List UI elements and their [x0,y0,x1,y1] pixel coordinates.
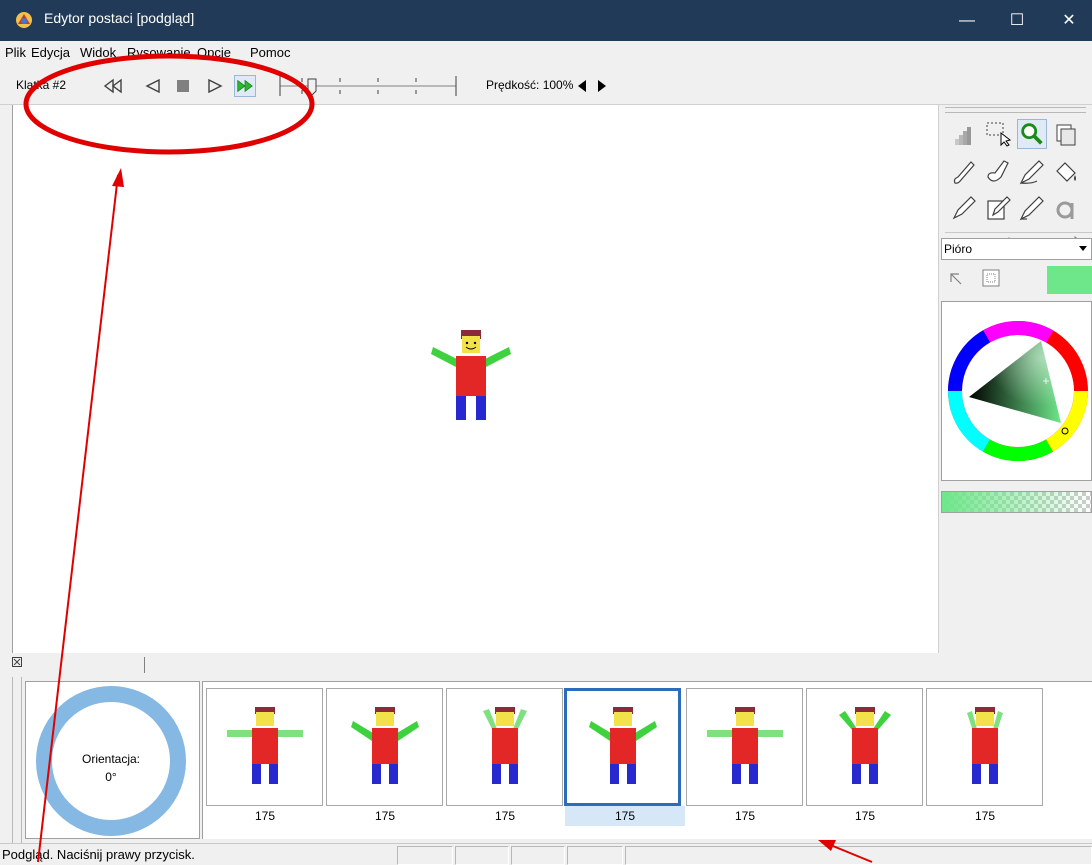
window-title: Edytor postaci [podgląd] [44,10,195,26]
drawing-canvas[interactable] [12,105,939,653]
bottom-dock-strip [12,677,22,843]
color-wheel-icon[interactable] [945,305,1091,477]
brush-type-value: Pióro [944,242,973,256]
frame-thumbnail-5[interactable] [686,688,803,806]
frame-strip: 175 175 175 175 175 175 175 [202,681,1092,839]
menu-edycja[interactable]: Edycja [31,45,70,61]
close-button[interactable]: ✕ [1046,0,1092,41]
panel-tab-divider [144,657,145,673]
speed-decrease-icon[interactable] [576,79,588,93]
status-bar: Podgląd. Naciśnij prawy przycisk. [0,843,1092,865]
copy-frame-icon[interactable] [1051,119,1081,149]
frame-label-6: 175 [854,809,876,823]
frame-figure-2 [351,707,419,784]
frame-figure-6 [839,707,891,784]
menu-opcje[interactable]: Opcje [197,45,231,61]
frame-figure-3 [483,707,527,784]
text-icon[interactable] [1051,193,1081,223]
color-gradient-bar[interactable] [941,491,1092,513]
status-cell-1 [397,846,453,865]
frames-panel: Orientacja: 0° 175 175 175 175 175 175 1… [0,677,1092,843]
frame-label-2: 175 [374,809,396,823]
frame-label-1: 175 [254,809,276,823]
app-logo-icon [16,12,32,28]
frame-label-4: 175 [565,806,685,826]
status-cell-4 [567,846,623,865]
maximize-button[interactable]: ☐ [994,0,1040,41]
frame-label-7: 175 [974,809,996,823]
frame-figure-4 [589,707,657,784]
frame-thumbnail-4[interactable] [564,688,681,806]
orientation-label: Orientacja: [81,752,141,766]
frame-thumbnail-7[interactable] [926,688,1043,806]
frame-label-3: 175 [494,809,516,823]
character-figure[interactable] [431,327,513,427]
histogram-icon[interactable] [949,119,979,149]
menu-plik[interactable]: Plik [5,45,26,61]
edit-icon[interactable] [983,193,1013,223]
panel-grip[interactable] [945,107,1086,113]
close-panel-icon[interactable] [12,657,22,667]
color-wheel-picker[interactable] [941,301,1092,481]
frame-thumbnail-6[interactable] [806,688,923,806]
current-color-swatch[interactable] [1047,266,1092,294]
fill-icon[interactable] [1051,157,1081,187]
eraser-icon[interactable] [949,193,979,223]
playback-toolbar: Klatka #2 Prędkość: 100% [0,65,1092,105]
color-tools [950,269,1000,287]
palette-icon [982,269,1000,287]
frame-label: Klatka #2 [16,78,67,92]
brush-icon[interactable] [983,157,1013,187]
tool-row-3 [945,193,1092,227]
marker-icon[interactable] [1017,193,1047,223]
frame-slider[interactable] [278,73,458,99]
chevron-down-icon [1079,246,1087,251]
frame-figure-1 [227,707,303,784]
frame-figure-5 [707,707,783,784]
tool-row-1 [945,119,1092,153]
orientation-control[interactable]: Orientacja: 0° [25,681,200,839]
stop-icon[interactable] [172,75,194,97]
speed-label: Prędkość: 100% [486,78,574,92]
tool-row-2 [945,157,1092,191]
speed-increase-icon[interactable] [596,79,608,93]
frame-thumbnail-1[interactable] [206,688,323,806]
orientation-value: 0° [105,770,117,784]
menu-pomoc[interactable]: Pomoc [250,45,290,61]
swap-colors-icon [950,273,962,285]
menu-widok[interactable]: Widok [80,45,116,61]
pen-icon[interactable] [1017,157,1047,187]
status-cell-3 [511,846,565,865]
frame-label-5: 175 [734,809,756,823]
fast-forward-icon[interactable] [234,75,256,97]
menu-bar: Plik Edycja Widok Rysowanie Opcje Pomoc [0,41,1092,65]
title-bar: Edytor postaci [podgląd] — ☐ ✕ [0,0,1092,41]
status-text: Podgląd. Naciśnij prawy przycisk. [2,847,195,862]
play-icon[interactable] [204,75,226,97]
menu-rysowanie[interactable]: Rysowanie [127,45,191,61]
minimize-button[interactable]: — [944,0,990,41]
bottom-splitter [0,653,1092,677]
frame-thumbnail-3[interactable] [446,688,563,806]
zoom-icon[interactable] [1017,119,1047,149]
brush-type-select[interactable]: Pióro [941,238,1092,260]
play-backward-icon[interactable] [142,75,164,97]
pencil-icon[interactable] [949,157,979,187]
status-cell-5 [625,846,1092,865]
left-dock-strip [0,105,12,653]
status-cell-2 [455,846,509,865]
select-rect-icon[interactable] [983,119,1013,149]
frame-figure-7 [967,707,1003,784]
frame-thumbnail-2[interactable] [326,688,443,806]
rewind-icon[interactable] [102,75,124,97]
